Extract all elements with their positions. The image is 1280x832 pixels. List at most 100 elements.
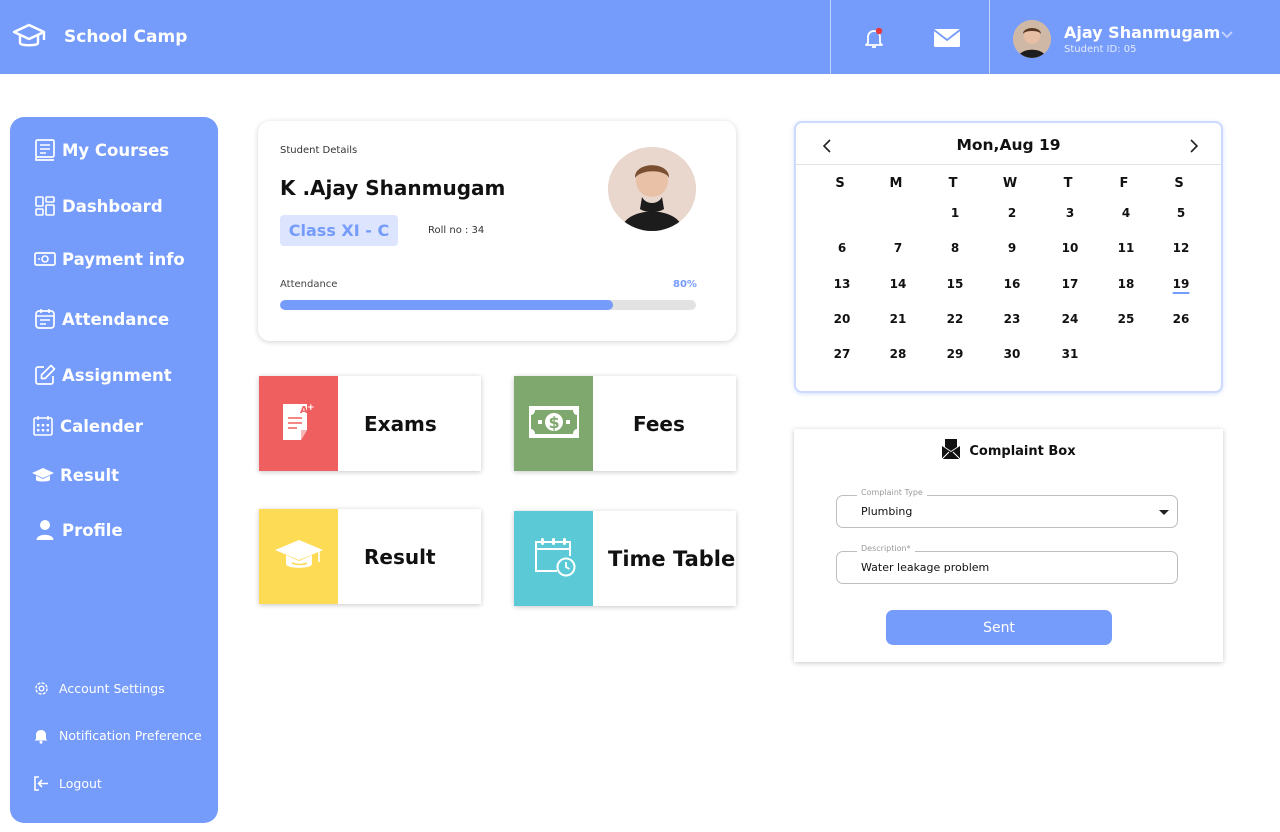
calendar-day[interactable]: 8 [935,241,975,255]
sidebar-item-label: Logout [59,775,102,791]
app-title: School Camp [64,27,188,47]
result-tile[interactable]: Result [259,509,481,604]
calendar-day[interactable]: 4 [1106,206,1146,220]
sidebar-item-profile[interactable]: Profile [32,517,123,543]
brand[interactable]: School Camp [12,20,187,54]
calendar-weekday: T [948,176,958,191]
tile-label: Fees [633,411,685,436]
calendar-widget: Mon,Aug 19 S M T W T F S 1 2 3 4 5 6 7 8 9 10 11 12 13 14 15 1… [794,121,1223,393]
calendar-day[interactable]: 23 [992,312,1032,326]
calendar-weekday: F [1119,176,1129,191]
calendar-weekday: W [1002,176,1018,191]
calendar-day[interactable]: 15 [935,277,975,291]
calendar-day[interactable]: 17 [1050,277,1090,291]
calendar-day[interactable]: 3 [1050,206,1090,220]
calendar-day[interactable]: 9 [992,241,1032,255]
sidebar-item-account-settings[interactable]: Account Settings [32,679,165,697]
mail-icon[interactable] [933,28,961,50]
sidebar-item-label: Attendance [62,309,170,329]
calendar-day[interactable]: 13 [822,277,862,291]
time-table-tile[interactable]: Time Table [514,511,736,606]
complaint-box: Complaint Box Complaint Type Plumbing De… [794,429,1223,662]
sidebar-item-dashboard[interactable]: Dashboard [32,193,163,219]
calendar-weekday: M [889,176,903,191]
complaint-type-value: Plumbing [861,505,913,518]
calendar-day[interactable]: 7 [878,241,918,255]
sidebar: My Courses Dashboard Payment info Attend… [10,117,218,823]
complaint-type-select[interactable]: Complaint Type Plumbing [836,488,1178,528]
svg-text:+: + [307,403,315,413]
edit-icon [32,362,58,388]
sidebar-item-result[interactable]: Result [30,462,119,488]
sidebar-item-my-courses[interactable]: My Courses [32,137,169,163]
calendar-day[interactable]: 11 [1106,241,1146,255]
attendance-icon [32,306,58,332]
sidebar-item-label: Profile [62,520,123,540]
description-field[interactable]: Description* [836,544,1178,584]
fees-tile[interactable]: $ Fees [514,376,736,471]
calendar-day[interactable]: 28 [878,347,918,361]
description-input[interactable] [861,561,1141,574]
calendar-day[interactable]: 27 [822,347,862,361]
notification-bell-icon[interactable] [862,26,886,50]
sidebar-item-logout[interactable]: Logout [32,774,102,792]
sidebar-item-label: Calender [60,416,143,436]
calendar-day[interactable]: 22 [935,312,975,326]
calendar-day[interactable]: 2 [992,206,1032,220]
tile-label: Result [364,544,436,569]
calendar-day[interactable]: 10 [1050,241,1090,255]
calendar-day[interactable]: 18 [1106,277,1146,291]
header-divider [830,0,831,74]
exams-tile[interactable]: A + Exams [259,376,481,471]
divider [796,164,1221,165]
fees-icon-box: $ [514,376,593,471]
graduation-cap-icon [30,462,56,488]
send-button[interactable]: Sent [886,610,1112,645]
calendar-day[interactable]: 5 [1161,206,1201,220]
user-menu[interactable]: Ajay Shanmugam Student ID: 05 [1013,20,1233,58]
tile-label: Time Table [608,546,736,571]
calendar-day[interactable]: 29 [935,347,975,361]
calendar-day[interactable]: 30 [992,347,1032,361]
top-bar: School Camp Ajay Shanmugam Student ID: 0… [0,0,1280,74]
student-details-card: Student Details K .Ajay Shanmugam Class … [258,121,736,341]
tile-label: Exams [364,411,437,436]
sidebar-item-label: My Courses [62,140,170,160]
chevron-down-icon[interactable] [1221,24,1233,43]
calendar-weekday: S [835,176,845,191]
calendar-day[interactable]: 6 [822,241,862,255]
calendar-day[interactable]: 1 [935,206,975,220]
calendar-weekday: T [1063,176,1073,191]
sidebar-item-label: Result [60,465,120,485]
sidebar-item-attendance[interactable]: Attendance [32,306,169,332]
sidebar-item-label: Account Settings [59,680,165,696]
chevron-right-icon[interactable] [1185,135,1203,157]
sidebar-item-payment-info[interactable]: Payment info [32,246,185,272]
calendar-title: Mon,Aug 19 [956,136,1061,154]
avatar [1013,20,1051,58]
calendar-day[interactable]: 24 [1050,312,1090,326]
sidebar-item-calender[interactable]: Calender [30,413,143,439]
section-label: Student Details [280,145,358,156]
dropdown-arrow-icon[interactable] [1159,510,1169,515]
complaint-box-title: Complaint Box [969,443,1076,459]
calendar-day[interactable]: 20 [822,312,862,326]
calendar-day[interactable]: 26 [1161,312,1201,326]
sidebar-item-notification-preference[interactable]: Notification Preference [32,726,202,744]
sidebar-item-label: Payment info [62,249,185,269]
svg-text:$: $ [548,413,559,432]
calendar-day[interactable]: 12 [1161,241,1201,255]
header-divider [989,0,990,74]
sidebar-item-assignment[interactable]: Assignment [32,362,172,388]
calendar-day[interactable]: 21 [878,312,918,326]
money-icon: $ [528,405,579,442]
dashboard-icon [32,193,58,219]
payment-icon [32,246,58,272]
calendar-day[interactable]: 25 [1106,312,1146,326]
calendar-day[interactable]: 31 [1050,347,1090,361]
calendar-day[interactable]: 14 [878,277,918,291]
calendar-day-selected[interactable]: 19 [1161,277,1201,291]
calendar-day[interactable]: 16 [992,277,1032,291]
user-icon [32,517,58,543]
graduation-cap-logo-icon [12,20,46,54]
